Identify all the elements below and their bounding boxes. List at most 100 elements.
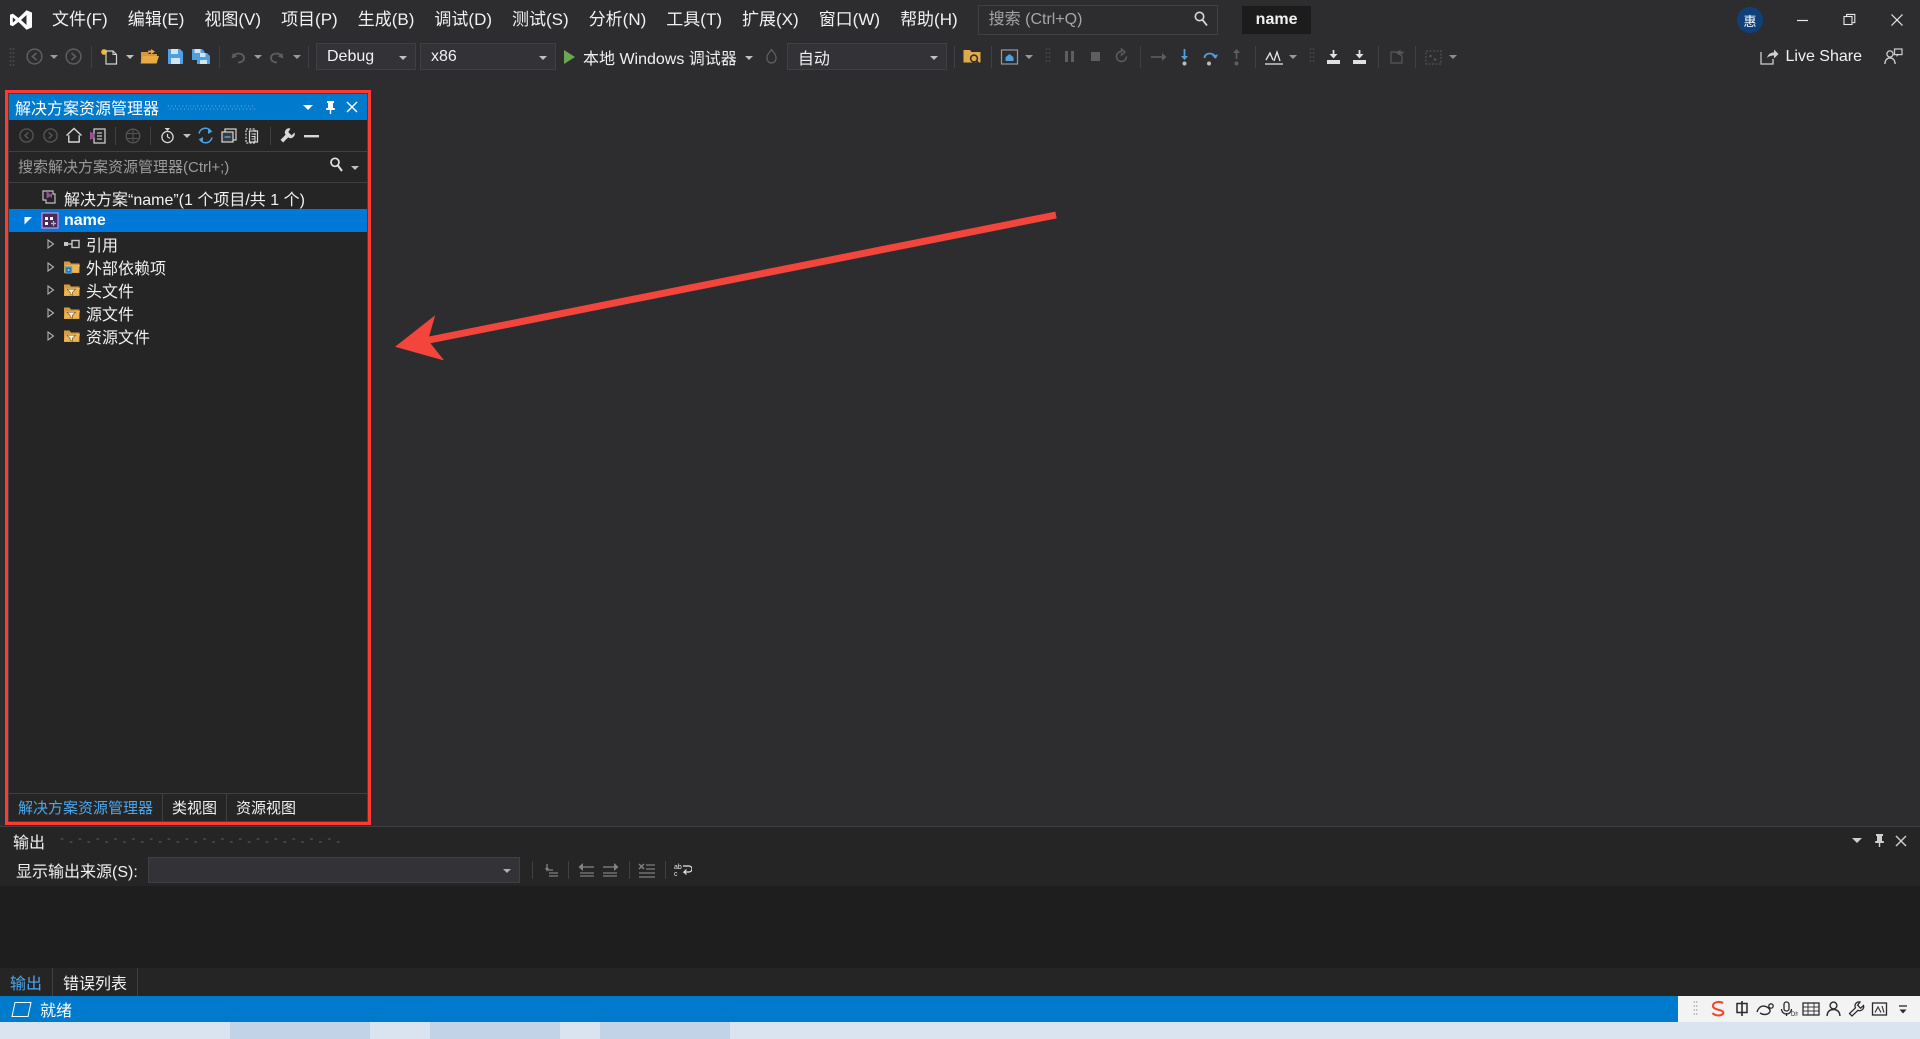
se-search-icon[interactable] — [328, 156, 345, 178]
tree-expander-expanded[interactable] — [17, 209, 39, 232]
taskbar-item[interactable] — [230, 1022, 370, 1039]
open-file-button[interactable] — [136, 44, 162, 70]
output-text-area[interactable] — [0, 886, 1920, 974]
new-item-dropdown[interactable] — [123, 44, 136, 70]
menu-tools[interactable]: 工具(T) — [656, 0, 732, 40]
break-all-button[interactable] — [1057, 44, 1083, 70]
menu-help[interactable]: 帮助(H) — [890, 0, 968, 40]
chevron-down-icon[interactable] — [744, 48, 753, 66]
intellitrace-events-button[interactable] — [1421, 44, 1447, 70]
se-filter-icon[interactable] — [121, 124, 145, 148]
tree-node-external-dependencies[interactable]: 外部依赖项 — [9, 255, 367, 278]
ime-toolbox-icon[interactable] — [1868, 998, 1891, 1020]
output-close-icon[interactable] — [1890, 829, 1912, 853]
ime-settings-icon[interactable] — [1845, 998, 1868, 1020]
close-icon[interactable] — [341, 95, 363, 119]
se-properties-icon[interactable] — [276, 124, 300, 148]
tree-node-resource-files[interactable]: 资源文件 — [9, 324, 367, 347]
tree-node-source-files[interactable]: 源文件 — [9, 301, 367, 324]
menu-extensions[interactable]: 扩展(X) — [732, 0, 809, 40]
output-menu-button[interactable] — [1846, 829, 1868, 853]
global-search-box[interactable] — [977, 5, 1218, 35]
se-collapse-all-icon[interactable] — [217, 124, 241, 148]
next-message-icon[interactable] — [599, 858, 624, 882]
pin-icon[interactable] — [319, 95, 341, 119]
load-dump-button[interactable] — [1347, 44, 1373, 70]
toggle-word-wrap-icon[interactable]: ab c — [671, 858, 696, 882]
se-pending-changes-icon[interactable] — [156, 124, 180, 148]
taskbar-item[interactable] — [430, 1022, 560, 1039]
menu-view[interactable]: 视图(V) — [194, 0, 271, 40]
step-over-button[interactable] — [1198, 44, 1224, 70]
se-back-icon[interactable] — [14, 124, 38, 148]
tab-class-view[interactable]: 类视图 — [163, 794, 228, 821]
save-all-button[interactable] — [188, 44, 214, 70]
hot-reload-button[interactable] — [759, 44, 785, 70]
redo-dropdown[interactable] — [290, 44, 303, 70]
solution-explorer-search[interactable] — [9, 152, 367, 183]
menu-file[interactable]: 文件(F) — [42, 0, 118, 40]
se-show-all-files-icon[interactable] — [241, 124, 265, 148]
global-search-input[interactable] — [978, 6, 1177, 34]
tree-expander-collapsed[interactable] — [39, 232, 61, 255]
attach-target-combo[interactable]: 自动 — [786, 43, 947, 70]
menu-build[interactable]: 生成(B) — [348, 0, 425, 40]
ime-chinese-icon[interactable] — [1730, 998, 1753, 1020]
navigate-backward-button[interactable] — [21, 44, 47, 70]
redo-button[interactable] — [264, 44, 290, 70]
solution-configuration-combo[interactable]: Debug — [316, 43, 416, 70]
undo-dropdown[interactable] — [251, 44, 264, 70]
tree-node-header-files[interactable]: 头文件 — [9, 278, 367, 301]
clear-all-icon[interactable] — [635, 858, 660, 882]
solution-platform-combo[interactable]: x86 — [420, 43, 556, 70]
output-source-combo[interactable] — [147, 857, 520, 883]
find-in-files-button[interactable] — [960, 44, 986, 70]
previous-message-icon[interactable] — [574, 858, 599, 882]
feedback-button[interactable] — [1880, 44, 1906, 70]
taskbar-item[interactable] — [600, 1022, 730, 1039]
tray-grip[interactable] — [1684, 998, 1707, 1020]
toolbar-grip[interactable] — [1042, 46, 1054, 68]
stop-debugging-button[interactable] — [1083, 44, 1109, 70]
diagnostic-tools-button[interactable] — [1261, 44, 1287, 70]
restore-button[interactable] — [1826, 0, 1873, 40]
menu-test[interactable]: 测试(S) — [502, 0, 579, 40]
se-pending-changes-dropdown[interactable] — [180, 123, 193, 149]
live-share-button[interactable]: Live Share — [1759, 48, 1862, 66]
sogou-ime-icon[interactable] — [1707, 998, 1730, 1020]
minimize-button[interactable] — [1779, 0, 1826, 40]
go-to-message-icon[interactable] — [538, 858, 563, 882]
tab-error-list[interactable]: 错误列表 — [53, 968, 139, 996]
tree-node-solution[interactable]: 解决方案“name”(1 个项目/共 1 个) — [9, 186, 367, 209]
step-out-button[interactable] — [1224, 44, 1250, 70]
output-drag-dots[interactable] — [55, 837, 1836, 844]
tree-expander-collapsed[interactable] — [39, 301, 61, 324]
se-home-icon[interactable] — [62, 124, 86, 148]
user-avatar[interactable]: 惠 — [1737, 7, 1763, 33]
solution-tree[interactable]: 解决方案“name”(1 个项目/共 1 个) name 引用 外部依赖项 头文… — [9, 183, 367, 793]
se-refresh-icon[interactable] — [193, 124, 217, 148]
toolbar-grip[interactable] — [1306, 46, 1318, 68]
menu-debug[interactable]: 调试(D) — [424, 0, 502, 40]
undo-button[interactable] — [225, 44, 251, 70]
tab-output[interactable]: 输出 — [0, 968, 54, 996]
show-next-statement-button[interactable] — [1146, 44, 1172, 70]
panel-drag-dots[interactable] — [167, 104, 289, 111]
start-debugging-button[interactable]: 本地 Windows 调试器 — [558, 44, 759, 70]
se-forward-icon[interactable] — [38, 124, 62, 148]
menu-window[interactable]: 窗口(W) — [809, 0, 890, 40]
restart-button[interactable] — [1109, 44, 1135, 70]
intellitrace-dropdown[interactable] — [1447, 44, 1460, 70]
save-dump-button[interactable] — [1321, 44, 1347, 70]
tree-expander-collapsed[interactable] — [39, 255, 61, 278]
solution-explorer-search-input[interactable] — [9, 157, 328, 177]
menu-edit[interactable]: 编辑(E) — [118, 0, 195, 40]
tree-node-references[interactable]: 引用 — [9, 232, 367, 255]
step-into-button[interactable] — [1172, 44, 1198, 70]
new-item-button[interactable] — [97, 44, 123, 70]
navigate-forward-button[interactable] — [60, 44, 86, 70]
output-pin-icon[interactable] — [1868, 829, 1890, 853]
tree-expander-collapsed[interactable] — [39, 278, 61, 301]
tray-overflow-icon[interactable] — [1891, 998, 1914, 1020]
diagnostic-tools-dropdown[interactable] — [1287, 44, 1300, 70]
